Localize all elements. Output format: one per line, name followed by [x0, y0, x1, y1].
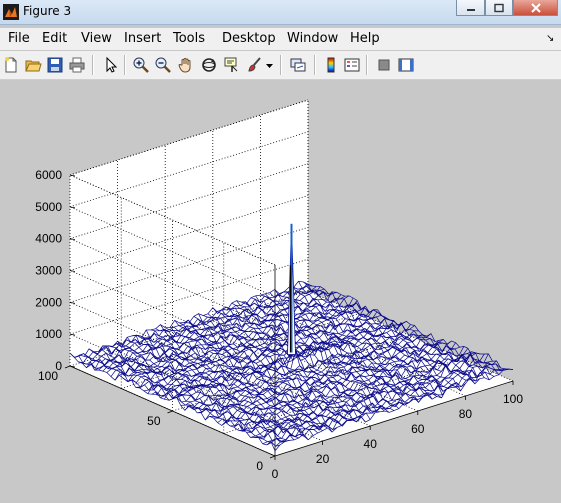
- colorbar-icon[interactable]: [322, 56, 340, 74]
- close-icon: [530, 2, 541, 13]
- maximize-button[interactable]: [485, 0, 513, 16]
- y-tick-mark: [269, 455, 276, 459]
- open-file-icon[interactable]: [24, 56, 42, 74]
- dock-figure-icon[interactable]: ↘: [546, 33, 555, 44]
- menu-edit[interactable]: Edit: [42, 31, 67, 46]
- show-plot-tools-icon[interactable]: [397, 56, 415, 74]
- hide-plot-tools-icon[interactable]: [375, 56, 393, 74]
- menu-tools[interactable]: Tools: [173, 31, 205, 46]
- z-tick-label: 6000: [35, 168, 62, 182]
- mesh-plot[interactable]: 0100020003000400050006000020406080100050…: [0, 80, 561, 503]
- title-bar[interactable]: Figure 3: [0, 0, 561, 25]
- menu-file[interactable]: File: [8, 31, 30, 46]
- x-tick-label: 40: [364, 437, 378, 451]
- y-tick-mark: [167, 410, 173, 414]
- x-tick-label: 100: [503, 392, 523, 406]
- x-tick-label: 0: [272, 467, 279, 481]
- z-tick-label: 3000: [35, 264, 62, 278]
- matlab-logo-icon: [3, 4, 19, 20]
- y-tick-label: 50: [147, 414, 161, 428]
- z-tick-label: 5000: [35, 200, 62, 214]
- legend-icon[interactable]: [343, 56, 361, 74]
- y-tick-label: 100: [38, 369, 58, 383]
- z-tick-label: 2000: [35, 295, 62, 309]
- rotate-3d-icon[interactable]: [200, 56, 218, 74]
- toolbar-separator: [124, 55, 126, 75]
- menu-view[interactable]: View: [81, 31, 112, 46]
- menu-desktop[interactable]: Desktop: [222, 31, 276, 46]
- brush-icon[interactable]: [246, 56, 264, 74]
- close-button[interactable]: [513, 0, 558, 16]
- z-tick-label: 4000: [35, 232, 62, 246]
- menu-bar: File Edit View Insert Tools Desktop Wind…: [0, 28, 561, 50]
- zoom-in-icon[interactable]: [132, 56, 150, 74]
- window-title: Figure 3: [23, 4, 72, 18]
- figure-window: Figure 3 File Edit View Insert Tools Des…: [0, 0, 561, 503]
- x-tick-label: 60: [411, 422, 425, 436]
- x-tick-label: 20: [316, 452, 330, 466]
- y-tick-mark: [64, 365, 71, 369]
- edit-plot-pointer-icon[interactable]: [102, 56, 120, 74]
- brush-dropdown-icon[interactable]: [266, 64, 273, 69]
- y-tick-label: 0: [256, 459, 263, 473]
- menu-insert[interactable]: Insert: [124, 31, 161, 46]
- minimize-button[interactable]: [456, 0, 485, 16]
- x-tick-label: 80: [459, 407, 473, 421]
- z-tick-label: 1000: [35, 327, 62, 341]
- toolbar-separator: [314, 55, 316, 75]
- new-figure-icon[interactable]: [2, 56, 20, 74]
- toolbar-separator: [366, 55, 368, 75]
- toolbar-separator: [92, 55, 94, 75]
- link-plot-icon[interactable]: [289, 56, 307, 74]
- toolbar-separator: [280, 55, 282, 75]
- maximize-icon: [494, 3, 504, 12]
- figure-toolbar: [0, 51, 561, 80]
- print-icon[interactable]: [68, 56, 86, 74]
- menu-help[interactable]: Help: [350, 31, 380, 46]
- data-cursor-icon[interactable]: [223, 56, 241, 74]
- pan-hand-icon[interactable]: [177, 56, 195, 74]
- menu-window[interactable]: Window: [287, 31, 338, 46]
- minimize-icon: [466, 8, 475, 11]
- save-icon[interactable]: [46, 56, 64, 74]
- zoom-out-icon[interactable]: [154, 56, 172, 74]
